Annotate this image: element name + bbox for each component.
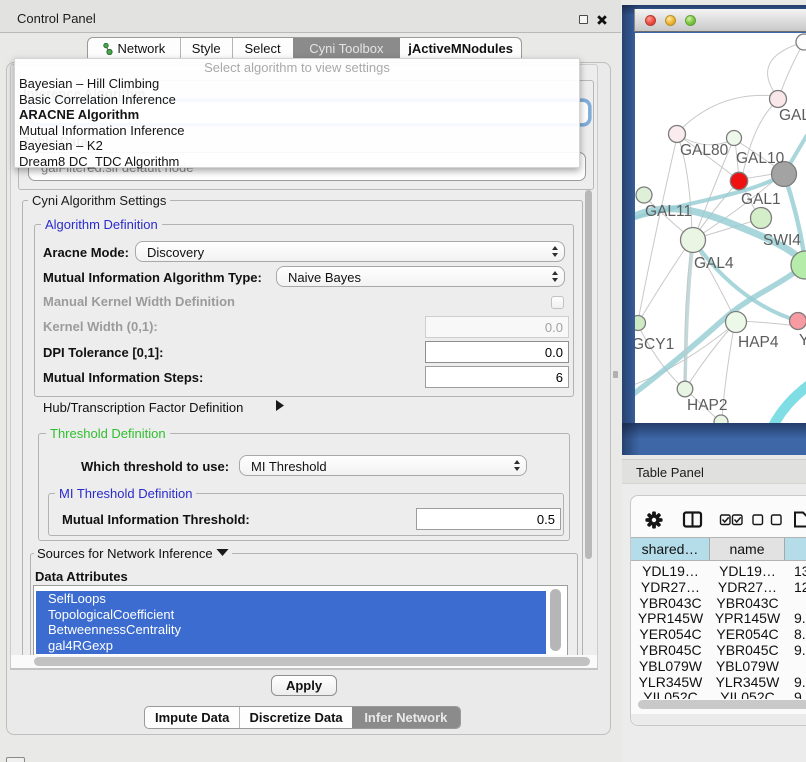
svg-text:GCY1: GCY1 <box>635 336 674 353</box>
svg-text:GAL11: GAL11 <box>645 203 692 220</box>
svg-text:HAP2: HAP2 <box>687 397 728 414</box>
svg-text:SWI4: SWI4 <box>763 232 801 249</box>
svg-text:HAP4: HAP4 <box>738 334 779 351</box>
svg-text:GAL4: GAL4 <box>694 255 734 272</box>
svg-text:GAL80: GAL80 <box>680 142 729 159</box>
svg-text:GAL2: GAL2 <box>779 107 806 124</box>
svg-text:YM: YM <box>799 332 806 349</box>
svg-text:GAL1: GAL1 <box>741 191 781 208</box>
svg-text:GAL10: GAL10 <box>736 150 785 167</box>
